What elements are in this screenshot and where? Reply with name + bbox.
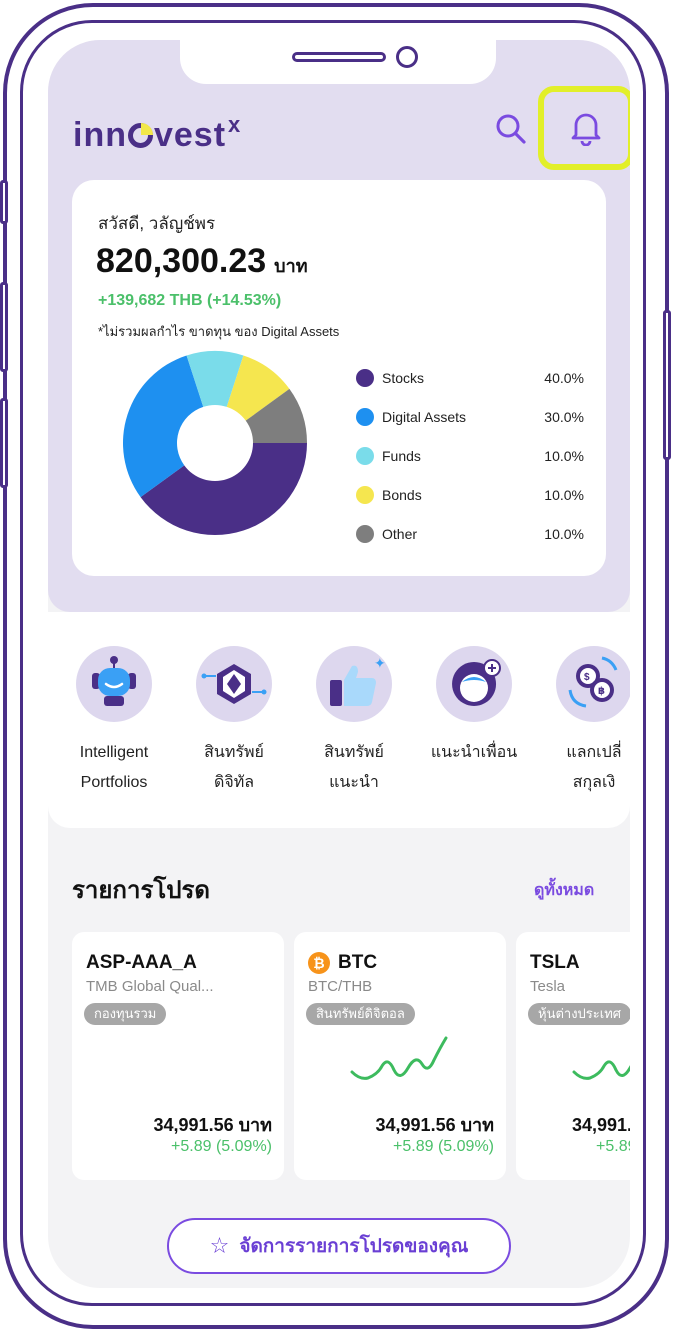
legend-dot <box>356 407 374 426</box>
svg-text:$: $ <box>584 672 590 683</box>
crypto-hex-icon <box>196 646 272 722</box>
legend-value: 30.0% <box>544 408 584 425</box>
volume-down-button <box>0 398 8 488</box>
shortcut-label: แนะนำเพื่อน <box>430 744 518 761</box>
greeting: สวัสดี, วลัญช์พร <box>98 214 216 233</box>
power-button <box>663 310 671 460</box>
legend-label: Funds <box>382 447 421 464</box>
svg-text:฿: ฿ <box>598 686 605 697</box>
legend-item-other: Other 10.0% <box>356 514 584 553</box>
legend-label: Bonds <box>382 486 422 503</box>
search-icon <box>496 114 526 144</box>
fav-tag: สินทรัพย์ดิจิตอล <box>306 1003 415 1025</box>
refer-friend-icon <box>436 646 512 722</box>
shortcut-refer-friend[interactable]: แนะนำเพื่อน <box>414 646 534 768</box>
legend-dot <box>356 524 374 543</box>
fav-symbol: ₿ BTC <box>308 952 377 974</box>
sparkline <box>572 1060 630 1080</box>
legend-item-digital-assets: Digital Assets 30.0% <box>356 397 584 436</box>
shortcut-label: แลกเปลี่ สกุลเงิ <box>566 744 622 791</box>
app-screen: inn vest x สวัสดี, วลัญช์พร 820,300.23 บาท… <box>48 40 630 1288</box>
total-balance: 820,300.23 <box>96 242 267 280</box>
legend-dot <box>356 446 374 465</box>
disclaimer-text: *ไม่รวมผลกำไร ขาดทุน ของ Digital Assets <box>98 324 340 339</box>
notch <box>180 40 496 84</box>
favourites-title: รายการโปรด <box>72 877 210 904</box>
search-button[interactable] <box>494 112 528 146</box>
manage-favourites-button[interactable]: ☆ จัดการรายการโปรดของคุณ <box>167 1218 511 1274</box>
shortcut-intelligent-portfolios[interactable]: Intelligent Portfolios <box>54 646 174 798</box>
fav-name: BTC/THB <box>308 978 373 995</box>
mute-switch <box>0 180 8 224</box>
legend-value: 40.0% <box>544 369 584 386</box>
fav-symbol: TSLA <box>530 952 580 973</box>
shortcut-menu: IntelligentPortfolios สินทรัพย์ดิจิทัล <box>48 612 630 828</box>
legend-item-funds: Funds 10.0% <box>356 436 584 475</box>
svg-text:✦: ✦ <box>374 655 386 671</box>
app-logo: inn vest x <box>73 112 242 154</box>
bitcoin-icon: ₿ <box>308 952 330 974</box>
favourite-card-btc[interactable]: ₿ BTC BTC/THB สินทรัพย์ดิจิตอล 34,991.56 … <box>294 932 506 1180</box>
notifications-button[interactable] <box>538 86 630 170</box>
favourite-card-asp[interactable]: ASP-AAA_A TMB Global Qual... กองทุนรวม 3… <box>72 932 284 1180</box>
fav-symbol: ASP-AAA_A <box>86 952 197 973</box>
shortcut-currency-exchange[interactable]: $ ฿ แลกเปลี่ สกุลเงิ <box>534 646 630 798</box>
legend-label: Digital Assets <box>382 408 467 425</box>
legend-item-stocks: Stocks 40.0% <box>356 358 584 397</box>
legend-value: 10.0% <box>544 486 584 503</box>
fav-price: 34,991.56 บาท <box>153 1115 272 1135</box>
legend-label: Stocks <box>382 369 425 386</box>
sparkline <box>350 1036 448 1080</box>
shortcut-digital-assets[interactable]: สินทรัพย์ ดิจิทัล <box>174 646 294 798</box>
star-icon: ☆ <box>209 1233 230 1258</box>
fav-change: +5.89 (5.09%) <box>171 1138 272 1155</box>
allocation-legend: Stocks 40.0% Digital Assets 30.0% Funds … <box>356 358 584 553</box>
fav-change: +5.89 (5.09%) <box>596 1138 630 1155</box>
fav-change: +5.89 (5.09%) <box>393 1138 494 1155</box>
speaker <box>292 52 386 62</box>
legend-value: 10.0% <box>544 447 584 464</box>
shortcut-recommended-assets[interactable]: ✦ สินทรัพย์ แนะนำ <box>294 646 414 798</box>
currency-exchange-icon: $ ฿ <box>556 646 630 722</box>
shortcut-label: สินทรัพย์ ดิจิทัล <box>204 744 264 791</box>
bell-icon <box>571 113 601 146</box>
legend-label: Other <box>382 525 418 542</box>
fav-price: 34,991.56 บาท <box>375 1115 494 1135</box>
robot-icon <box>76 646 152 722</box>
see-all-link[interactable]: ดูทั้งหมด <box>534 878 594 903</box>
legend-item-bonds: Bonds 10.0% <box>356 475 584 514</box>
shortcut-label: Intelligent Portfolios <box>79 744 149 791</box>
header-section: inn vest x สวัสดี, วลัญช์พร 820,300.23 บาท… <box>48 40 630 612</box>
favourite-card-tsla[interactable]: TSLA Tesla หุ้นต่างประเทศ 34,991.56 บาท … <box>516 932 630 1180</box>
portfolio-summary-card[interactable]: สวัสดี, วลัญช์พร 820,300.23 บาท +139,682… <box>72 180 606 576</box>
fav-name: Tesla <box>530 978 566 995</box>
fav-tag: กองทุนรวม <box>84 1003 167 1025</box>
logo-o-mark <box>127 123 153 148</box>
allocation-donut-chart <box>122 351 307 535</box>
balance-row: 820,300.23 บาท <box>96 242 308 281</box>
thumbs-up-icon: ✦ <box>316 646 392 722</box>
shortcut-label: สินทรัพย์ แนะนำ <box>324 744 384 791</box>
balance-unit: บาท <box>274 256 308 276</box>
fav-price: 34,991.56 บาท <box>572 1115 630 1135</box>
fav-tag: หุ้นต่างประเทศ <box>528 1003 630 1025</box>
volume-up-button <box>0 282 8 372</box>
camera <box>396 46 418 68</box>
fav-name: TMB Global Qual... <box>86 978 214 995</box>
legend-value: 10.0% <box>544 525 584 542</box>
portfolio-gain: +139,682 THB (+14.53%) <box>98 292 282 309</box>
legend-dot <box>356 485 374 504</box>
legend-dot <box>356 368 374 387</box>
